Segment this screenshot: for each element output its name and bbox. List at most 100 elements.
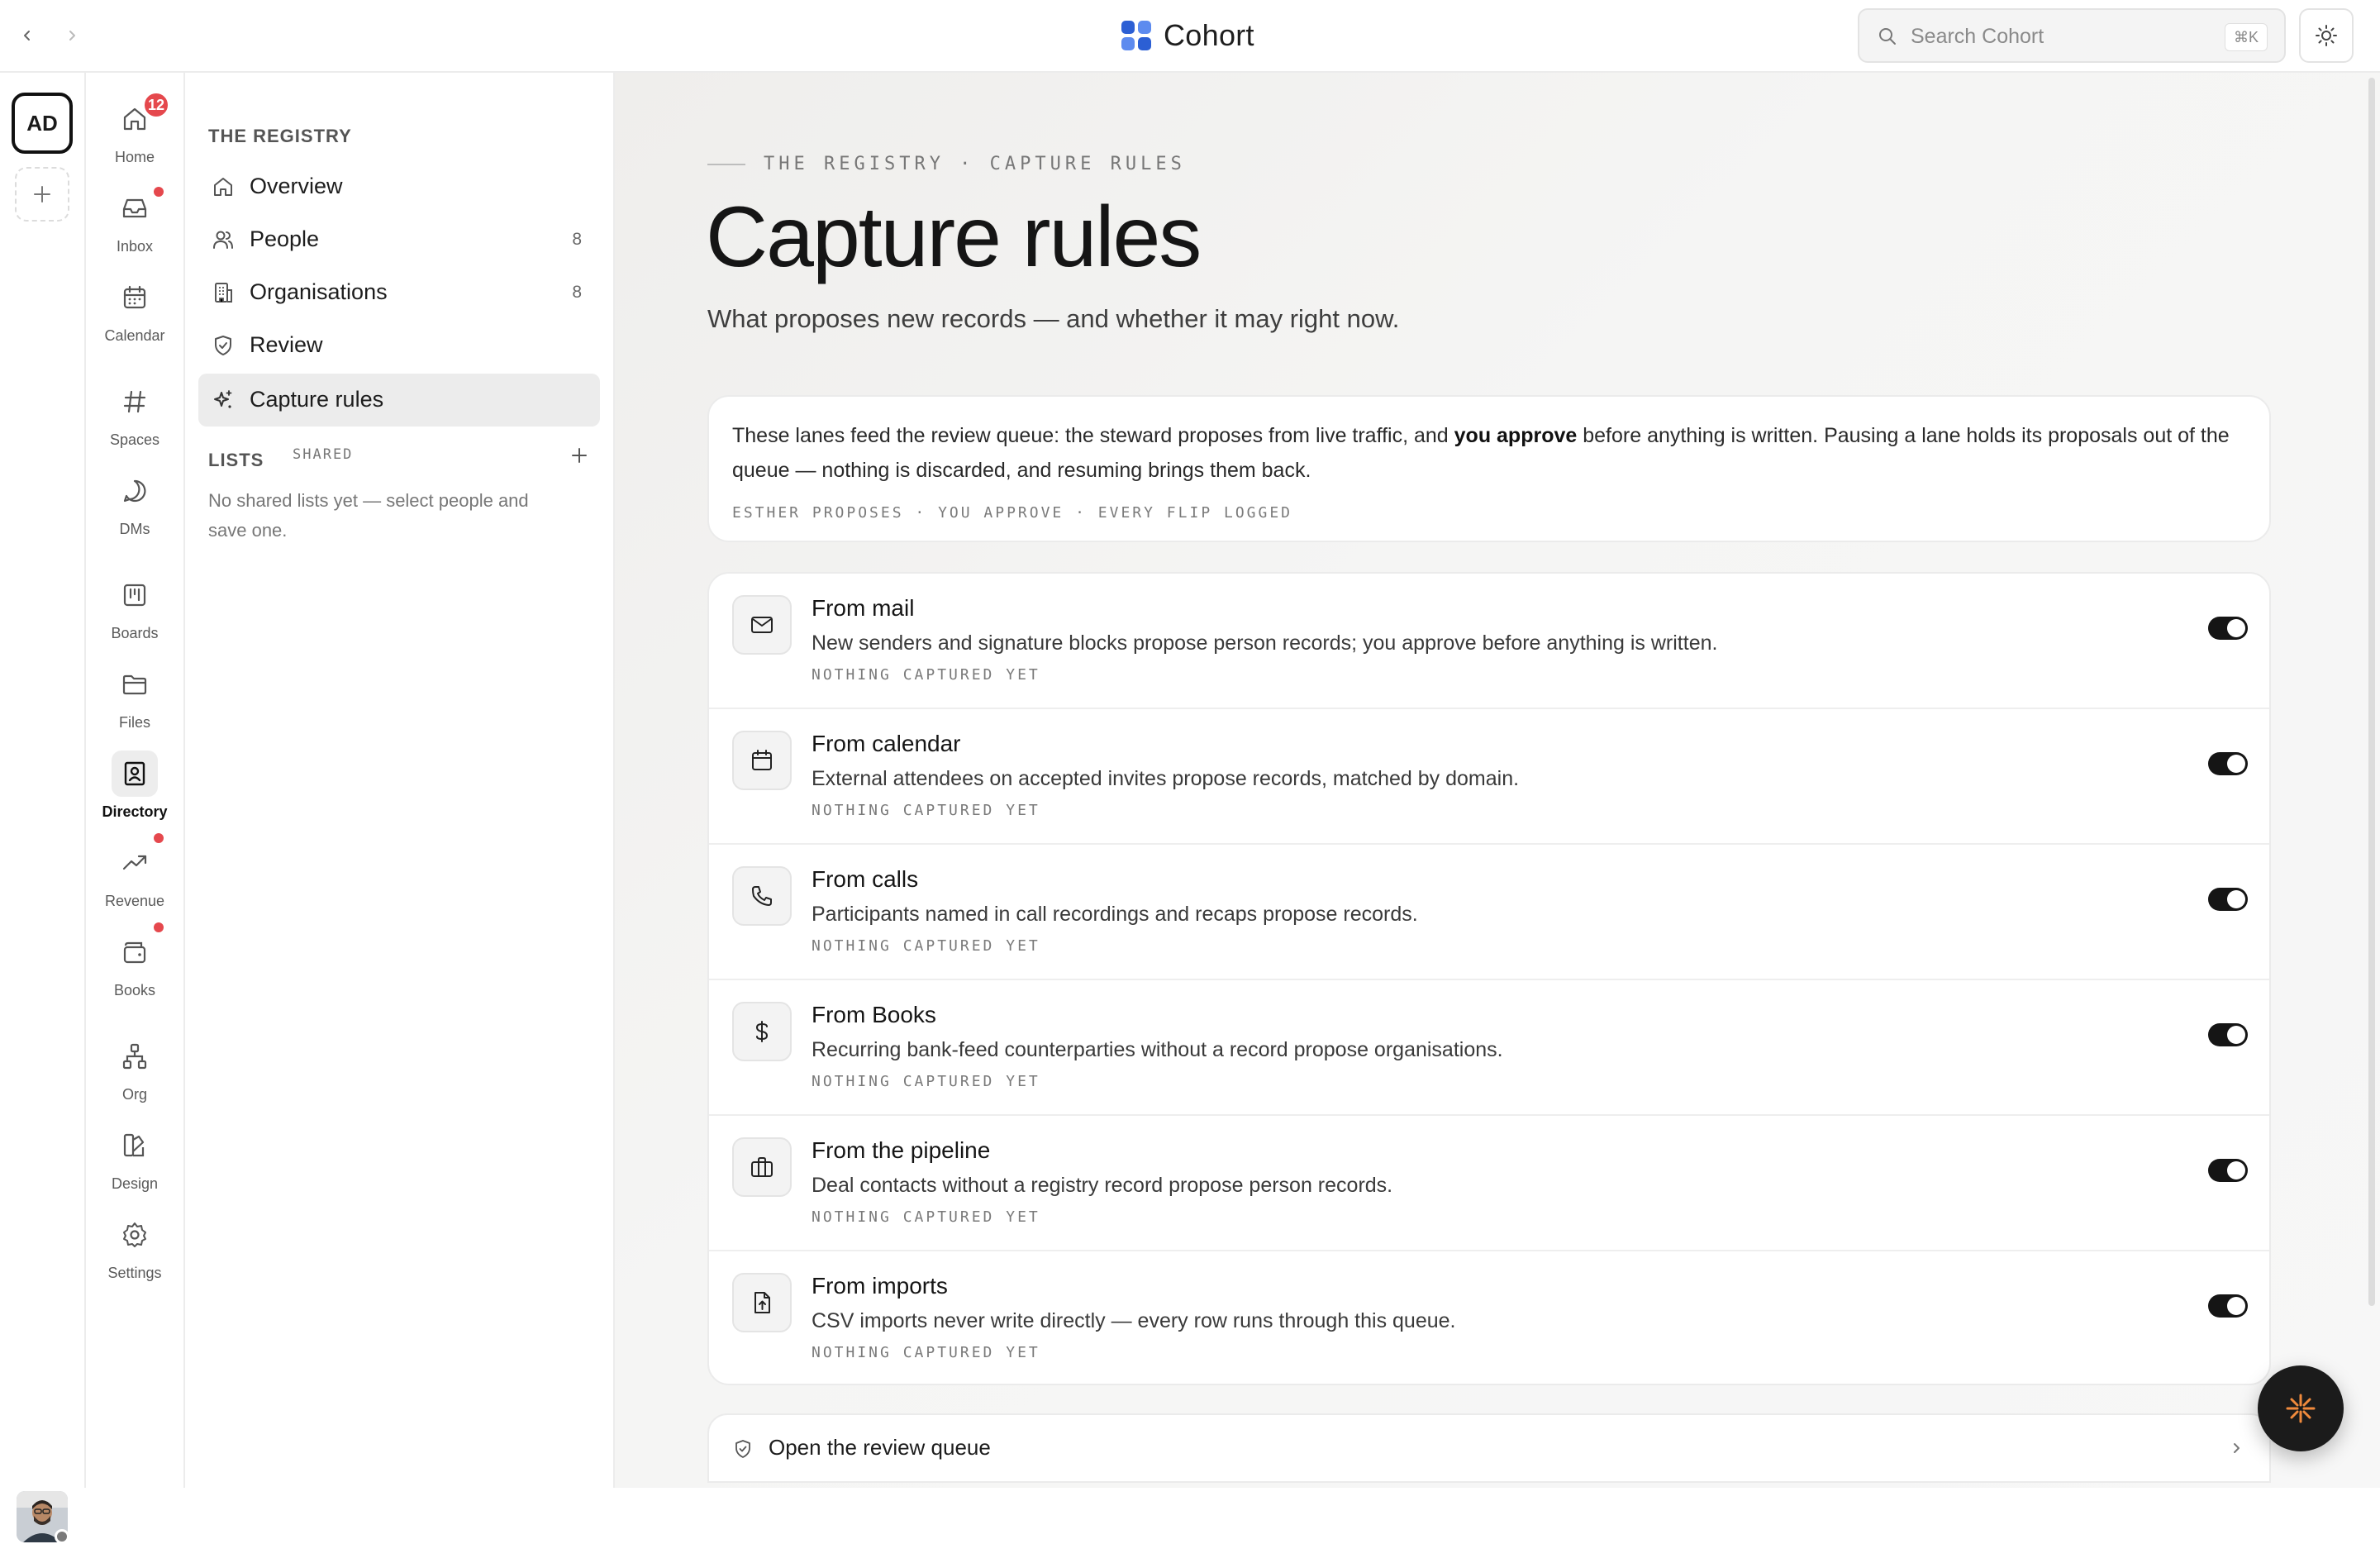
rule-toggle-books[interactable] bbox=[2208, 1023, 2248, 1046]
rail-item-home[interactable]: 12 Home bbox=[86, 91, 183, 179]
rule-description: Recurring bank-feed counterparties witho… bbox=[812, 1038, 1503, 1061]
intro-card: These lanes feed the review queue: the s… bbox=[707, 395, 2271, 542]
rule-title: From mail bbox=[812, 595, 915, 621]
top-bar: Cohort Search Cohort ⌘K bbox=[0, 0, 2380, 73]
sidebar-section-title: THE REGISTRY bbox=[208, 126, 352, 146]
rule-toggle-imports[interactable] bbox=[2208, 1294, 2248, 1318]
file-upload-icon bbox=[754, 1292, 770, 1313]
sparkle-icon bbox=[2286, 1394, 2316, 1423]
rail-item-books[interactable]: Books bbox=[86, 922, 183, 1012]
rail-item-directory[interactable]: Directory bbox=[86, 751, 183, 833]
rail-label-inbox: Inbox bbox=[116, 238, 154, 255]
rule-row-pipeline: From the pipeline Deal contacts without … bbox=[709, 1116, 2269, 1251]
open-review-queue-link[interactable]: Open the review queue bbox=[707, 1413, 2271, 1483]
rail-item-inbox[interactable]: Inbox bbox=[86, 185, 183, 268]
search-shortcut: ⌘K bbox=[2224, 23, 2268, 51]
rule-row-calendar: From calendar External attendees on acce… bbox=[709, 709, 2269, 845]
rail-item-files[interactable]: Files bbox=[86, 661, 183, 744]
add-workspace-button[interactable] bbox=[15, 167, 69, 222]
forward-button[interactable] bbox=[56, 20, 88, 51]
brand: Cohort bbox=[1121, 18, 1254, 53]
sun-icon bbox=[2316, 25, 2337, 46]
sidebar-item-label: Overview bbox=[250, 174, 343, 198]
lists-subtitle: SHARED bbox=[293, 446, 354, 463]
rule-status: NOTHING CAPTURED YET bbox=[812, 1344, 1040, 1361]
chevron-right-icon bbox=[2234, 1443, 2240, 1453]
rule-description: CSV imports never write directly — every… bbox=[812, 1309, 1456, 1332]
rail-label-books: Books bbox=[113, 982, 156, 998]
capture-rules-list: From mail New senders and signature bloc… bbox=[707, 572, 2271, 1385]
rail-label-spaces: Spaces bbox=[109, 431, 160, 448]
rule-toggle-mail[interactable] bbox=[2208, 617, 2248, 640]
rule-icon-box bbox=[732, 1273, 792, 1332]
rule-icon-box bbox=[732, 866, 792, 926]
rule-description: New senders and signature blocks propose… bbox=[812, 631, 1718, 655]
sidebar-item-capture-rules[interactable]: Capture rules bbox=[198, 374, 600, 427]
search-input[interactable]: Search Cohort ⌘K bbox=[1858, 8, 2286, 63]
chevron-right-icon bbox=[69, 31, 75, 41]
rule-status: NOTHING CAPTURED YET bbox=[812, 1208, 1040, 1226]
eyebrow-text: THE REGISTRY · CAPTURE RULES bbox=[764, 154, 1186, 174]
sidebar-item-label: People bbox=[250, 226, 320, 251]
briefcase-icon bbox=[751, 1157, 773, 1177]
rule-title: From the pipeline bbox=[812, 1137, 991, 1163]
sidebar-item-people[interactable]: People 8 bbox=[198, 213, 600, 266]
rail-label-calendar: Calendar bbox=[104, 327, 165, 344]
rule-title: From calls bbox=[812, 866, 919, 892]
sidebar-item-overview[interactable]: Overview bbox=[198, 160, 600, 213]
page-title: Capture rules bbox=[706, 189, 1202, 285]
rail-label-directory: Directory bbox=[102, 803, 168, 820]
sparkles-icon bbox=[214, 390, 232, 408]
wallet-icon bbox=[123, 941, 146, 964]
rail-item-settings[interactable]: Settings bbox=[86, 1212, 183, 1294]
add-list-button[interactable] bbox=[567, 443, 592, 468]
rule-toggle-calendar[interactable] bbox=[2208, 752, 2248, 775]
theme-toggle-button[interactable] bbox=[2299, 8, 2354, 63]
rule-toggle-calls[interactable] bbox=[2208, 888, 2248, 911]
assistant-button[interactable] bbox=[2258, 1365, 2344, 1451]
rule-status: NOTHING CAPTURED YET bbox=[812, 802, 1040, 819]
brand-name: Cohort bbox=[1164, 18, 1254, 52]
rail-item-calendar[interactable]: Calendar bbox=[86, 274, 183, 357]
main-content: THE REGISTRY · CAPTURE RULES Capture rul… bbox=[615, 73, 2380, 1488]
rule-toggle-pipeline[interactable] bbox=[2208, 1159, 2248, 1182]
swatch-icon bbox=[123, 1133, 145, 1157]
rule-title: From Books bbox=[812, 1002, 936, 1027]
rail-item-org[interactable]: Org bbox=[86, 1033, 183, 1116]
books-unread-dot bbox=[154, 922, 164, 932]
page-subtitle: What proposes new records — and whether … bbox=[707, 304, 1400, 333]
contact-book-icon bbox=[124, 761, 145, 786]
toggle-knob bbox=[2227, 1026, 2245, 1044]
sidebar-item-review[interactable]: Review bbox=[198, 319, 600, 372]
rail-item-dms[interactable]: DMs bbox=[86, 468, 183, 550]
lists-empty-message: No shared lists yet — select people and … bbox=[208, 490, 529, 541]
shield-check-icon bbox=[215, 336, 231, 355]
rule-title: From imports bbox=[812, 1273, 948, 1299]
calendar-icon bbox=[752, 750, 772, 770]
sidebar-item-count: 8 bbox=[572, 283, 582, 302]
rail-item-design[interactable]: Design bbox=[86, 1122, 183, 1205]
rail-item-revenue[interactable]: Revenue bbox=[86, 833, 183, 922]
rule-title: From calendar bbox=[812, 731, 961, 756]
chevron-left-icon bbox=[24, 31, 30, 41]
rail-label-design: Design bbox=[111, 1175, 159, 1192]
inbox-unread-dot bbox=[154, 187, 164, 197]
rule-row-mail: From mail New senders and signature bloc… bbox=[709, 574, 2269, 709]
sidebar-item-label: Organisations bbox=[250, 279, 388, 304]
rail-item-boards[interactable]: Boards bbox=[86, 572, 183, 655]
main-scrollbar[interactable] bbox=[2368, 78, 2375, 1306]
sidebar-item-label: Review bbox=[250, 332, 323, 357]
rule-row-books: From Books Recurring bank-feed counterpa… bbox=[709, 980, 2269, 1116]
workspace-avatar[interactable]: AD bbox=[12, 93, 73, 154]
toggle-knob bbox=[2227, 1161, 2245, 1179]
rule-description: External attendees on accepted invites p… bbox=[812, 767, 1520, 790]
intro-text-bold: you approve bbox=[1454, 424, 1578, 447]
sidebar-item-organisations[interactable]: Organisations 8 bbox=[198, 266, 600, 319]
rail-item-spaces[interactable]: Spaces bbox=[86, 379, 183, 461]
app-rail: 12 Home Inbox Calendar Spaces DMs Boards… bbox=[86, 73, 185, 1488]
intro-meta: ESTHER PROPOSES · YOU APPROVE · EVERY FL… bbox=[732, 504, 1293, 522]
eyebrow-line bbox=[707, 163, 745, 165]
back-button[interactable] bbox=[12, 20, 43, 51]
cohort-logo-icon bbox=[1121, 21, 1151, 50]
rail-label-revenue: Revenue bbox=[104, 893, 165, 909]
